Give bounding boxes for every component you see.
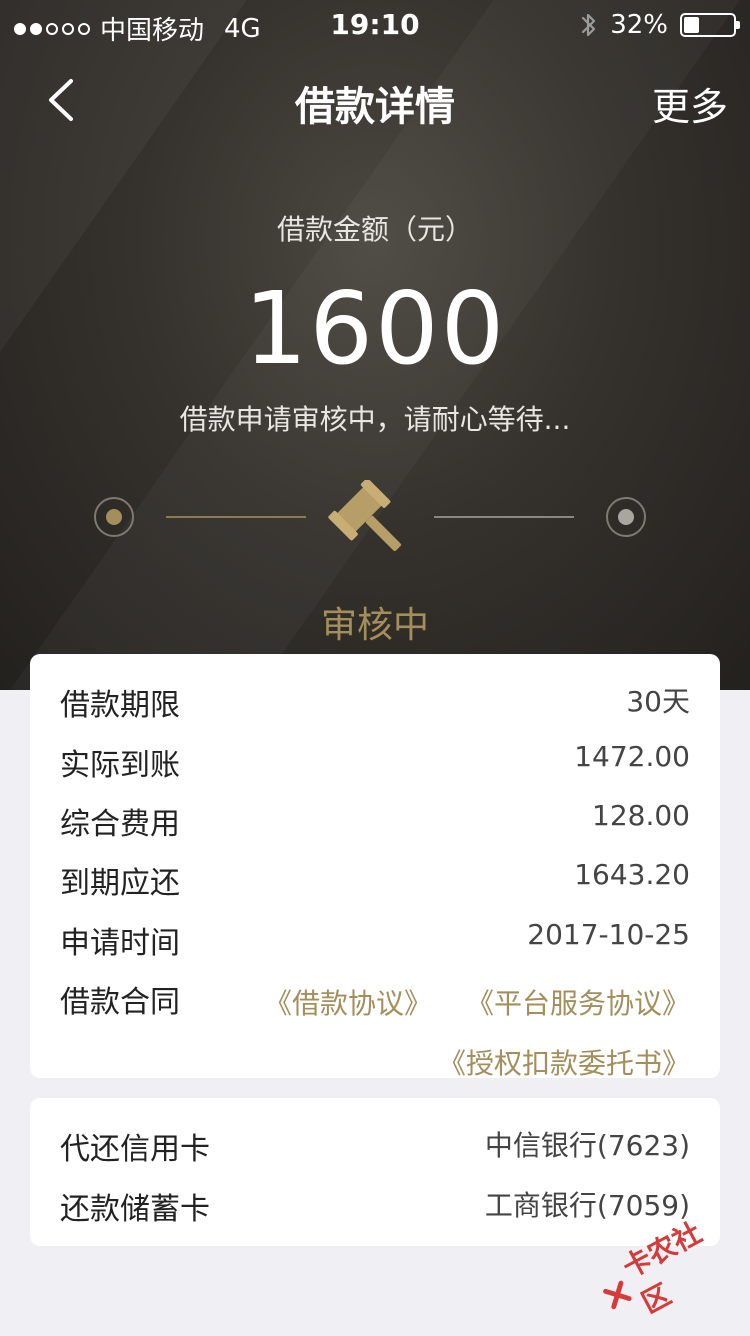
detail-label: 借款期限 <box>60 688 180 723</box>
battery-percent: 32% <box>610 10 668 40</box>
review-stage-label: 审核中 <box>320 605 429 646</box>
loan-amount-value: 1600 <box>243 270 507 387</box>
progress-line-left <box>166 516 306 518</box>
status-right: 32% <box>580 10 740 40</box>
bluetooth-icon <box>582 13 596 37</box>
watermark-logo-icon <box>603 1280 632 1310</box>
gavel-icon <box>322 478 418 560</box>
battery-level-fill <box>684 17 700 33</box>
detail-label: 综合费用 <box>60 807 180 842</box>
detail-label: 到期应还 <box>60 866 180 901</box>
card-label: 还款储蓄卡 <box>60 1192 210 1227</box>
page-title: 借款详情 <box>295 84 455 130</box>
loan-amount-label: 借款金额（元） <box>276 213 473 246</box>
card-row-credit: 代还信用卡 中信银行(7623) <box>60 1114 690 1170</box>
card-value: 中信银行(7623) <box>484 1129 690 1162</box>
detail-row-term: 借款期限 30天 <box>60 670 690 726</box>
navigation-bar: 借款详情 更多 <box>0 60 750 140</box>
progress-line-right <box>434 516 574 518</box>
detail-value: 1643.20 <box>574 858 690 891</box>
card-value: 工商银行(7059) <box>484 1189 690 1222</box>
progress-start-node-icon <box>94 497 134 537</box>
contract-label: 借款合同 <box>60 985 180 1020</box>
detail-value: 128.00 <box>592 799 690 832</box>
contract-link-platform-service[interactable]: 《平台服务协议》 <box>466 982 690 1022</box>
card-label: 代还信用卡 <box>60 1132 210 1167</box>
detail-row-received: 实际到账 1472.00 <box>60 730 690 786</box>
detail-value: 1472.00 <box>574 740 690 773</box>
progress-end-node-icon <box>606 497 646 537</box>
review-progress <box>0 478 750 560</box>
detail-row-apply-date: 申请时间 2017-10-25 <box>60 908 690 964</box>
detail-value: 30天 <box>626 685 690 718</box>
status-bar: 中国移动 4G 19:10 32% <box>0 0 750 50</box>
contract-link-loan-agreement[interactable]: 《借款协议》 <box>264 982 432 1022</box>
bank-cards-card: 代还信用卡 中信银行(7623) 还款储蓄卡 工商银行(7059) <box>30 1098 720 1246</box>
loan-details-card: 借款期限 30天 实际到账 1472.00 综合费用 128.00 到期应还 1… <box>30 654 720 1080</box>
detail-row-due: 到期应还 1643.20 <box>60 848 690 904</box>
detail-label: 实际到账 <box>60 748 180 783</box>
detail-label: 申请时间 <box>60 926 180 961</box>
contract-link-debit-authorization[interactable]: 《授权扣款委托书》 <box>438 1042 690 1082</box>
card-row-debit: 还款储蓄卡 工商银行(7059) <box>60 1174 690 1230</box>
more-button[interactable]: 更多 <box>652 76 728 131</box>
detail-row-fees: 综合费用 128.00 <box>60 789 690 845</box>
detail-value: 2017-10-25 <box>527 918 690 951</box>
battery-icon <box>680 13 740 37</box>
review-status-message: 借款申请审核中，请耐心等待... <box>179 403 571 436</box>
